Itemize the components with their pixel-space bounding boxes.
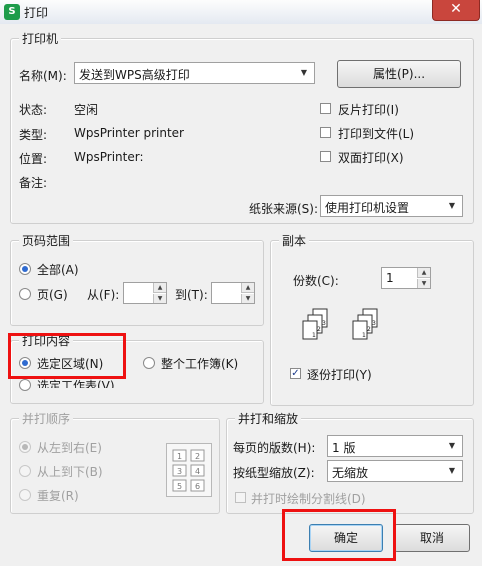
top-to-bottom-radio[interactable] (19, 465, 31, 477)
comment-label: 备注: (19, 176, 48, 190)
grid-cell-2: 2 (195, 452, 200, 461)
print-to-file-label[interactable]: 打印到文件(L) (338, 125, 414, 142)
svg-text:3: 3 (322, 320, 326, 327)
page-range-all-label[interactable]: 全部(A) (37, 261, 79, 278)
print-workbook-radio[interactable] (143, 357, 155, 369)
scaling-group-title: 并打和缩放 (235, 410, 302, 427)
spinner-down-icon[interactable]: ▼ (153, 294, 166, 303)
collate-checkbox[interactable]: ✓ (290, 368, 301, 379)
page-order-grid-icon: 1 2 3 4 5 6 (166, 443, 212, 497)
print-sheet-radio[interactable] (19, 379, 31, 391)
printer-name-label: 名称(M): (19, 69, 67, 83)
paper-source-select[interactable]: 使用打印机设置 ▼ (320, 195, 463, 217)
window-title: 打印 (24, 6, 49, 20)
to-label: 到(T): (175, 288, 208, 302)
pages-per-sheet-label: 每页的版数(H): (233, 441, 316, 455)
duplex-label[interactable]: 双面打印(X) (338, 149, 404, 166)
top-to-bottom-label[interactable]: 从上到下(B) (37, 463, 103, 480)
repeat-label[interactable]: 重复(R) (37, 487, 79, 504)
page-range-group: 页码范围 全部(A) 页(G) 从(F): ▲ ▼ 到(T): ▲ ▼ (10, 232, 264, 326)
reverse-print-checkbox[interactable] (320, 103, 331, 114)
printer-name-value: 发送到WPS高级打印 (79, 68, 190, 82)
spinner-up-icon[interactable]: ▲ (153, 283, 166, 293)
copies-group: 副本 份数(C): 1 ▲ ▼ 3 2 1 3 2 1 ✓ 逐份打印(Y) (270, 232, 474, 406)
chevron-down-icon: ▼ (448, 441, 456, 450)
grid-cell-1: 1 (177, 452, 182, 461)
wps-app-icon: S (4, 4, 20, 20)
left-to-right-label[interactable]: 从左到右(E) (37, 439, 102, 456)
copies-count-spinner[interactable]: 1 ▲ ▼ (381, 267, 431, 289)
status-label: 状态: (19, 103, 48, 117)
cancel-button[interactable]: 取消 (394, 524, 470, 552)
paper-scale-value: 无缩放 (332, 466, 369, 480)
draw-dividers-label[interactable]: 并打时绘制分割线(D) (251, 490, 366, 507)
grid-cell-4: 4 (195, 467, 200, 476)
spinner-up-icon[interactable]: ▲ (417, 268, 430, 278)
spinner-down-icon[interactable]: ▼ (417, 279, 430, 288)
reverse-print-label[interactable]: 反片打印(I) (338, 101, 399, 118)
radio-selected-dot (22, 444, 28, 450)
ok-highlight-box (282, 509, 396, 561)
radio-selected-dot (22, 266, 28, 272)
from-page-spinner[interactable]: ▲ ▼ (123, 282, 167, 304)
pages-per-sheet-select[interactable]: 1 版 ▼ (327, 435, 463, 457)
duplex-checkbox[interactable] (320, 151, 331, 162)
page-order-grid: 1 2 3 4 5 6 (172, 449, 205, 492)
spinner-down-icon[interactable]: ▼ (241, 294, 254, 303)
location-value: WpsPrinter: (74, 150, 144, 164)
title-bar: S 打印 ✕ (0, 0, 482, 25)
copies-count-label: 份数(C): (293, 274, 339, 288)
chevron-down-icon: ▼ (448, 466, 456, 475)
svg-text:2: 2 (317, 326, 321, 333)
paper-source-value: 使用打印机设置 (325, 201, 410, 215)
paper-source-label: 纸张来源(S): (249, 202, 319, 216)
svg-text:1: 1 (362, 332, 366, 339)
to-page-spinner[interactable]: ▲ ▼ (211, 282, 255, 304)
page-range-group-title: 页码范围 (19, 232, 74, 249)
printer-name-select[interactable]: 发送到WPS高级打印 ▼ (74, 62, 315, 84)
scaling-group: 并打和缩放 每页的版数(H): 1 版 ▼ 按纸型缩放(Z): 无缩放 ▼ 并打… (226, 410, 474, 514)
paper-scale-select[interactable]: 无缩放 ▼ (327, 460, 463, 482)
properties-button[interactable]: 属性(P)... (337, 60, 461, 88)
collate-label[interactable]: 逐份打印(Y) (307, 366, 372, 383)
print-to-file-checkbox[interactable] (320, 127, 331, 138)
chevron-down-icon: ▼ (300, 68, 308, 77)
page-range-all-radio[interactable] (19, 263, 31, 275)
selection-highlight-box (8, 333, 126, 379)
repeat-radio[interactable] (19, 489, 31, 501)
left-to-right-radio[interactable] (19, 441, 31, 453)
svg-text:2: 2 (367, 326, 371, 333)
print-order-group: 并打顺序 从左到右(E) 从上到下(B) 重复(R) 1 2 3 4 5 6 (10, 410, 220, 514)
print-dialog-body: 打印机 名称(M): 发送到WPS高级打印 ▼ 属性(P)... 状态: 空闲 … (0, 24, 482, 566)
status-value: 空闲 (74, 103, 99, 117)
page-range-pages-label[interactable]: 页(G) (37, 286, 68, 303)
spinner-up-icon[interactable]: ▲ (241, 283, 254, 293)
grid-cell-5: 5 (177, 482, 182, 491)
printer-group-title: 打印机 (19, 30, 62, 47)
collate-pages-icon: 3 2 1 3 2 1 (302, 308, 378, 340)
printer-group: 打印机 名称(M): 发送到WPS高级打印 ▼ 属性(P)... 状态: 空闲 … (10, 30, 474, 224)
svg-text:3: 3 (372, 320, 376, 327)
grid-cell-6: 6 (195, 482, 200, 491)
print-order-group-title: 并打顺序 (19, 410, 74, 427)
page-range-pages-radio[interactable] (19, 288, 31, 300)
print-workbook-label[interactable]: 整个工作簿(K) (161, 355, 238, 372)
from-label: 从(F): (87, 288, 120, 302)
grid-cell-3: 3 (177, 467, 182, 476)
draw-dividers-checkbox[interactable] (235, 492, 246, 503)
location-label: 位置: (19, 152, 48, 166)
svg-text:1: 1 (312, 332, 316, 339)
type-value: WpsPrinter printer (74, 126, 184, 140)
chevron-down-icon: ▼ (448, 201, 456, 210)
type-label: 类型: (19, 128, 48, 142)
copies-count-value: 1 (386, 271, 394, 285)
copies-group-title: 副本 (279, 232, 310, 249)
pages-per-sheet-value: 1 版 (332, 441, 356, 455)
close-button[interactable]: ✕ (432, 0, 480, 21)
paper-scale-label: 按纸型缩放(Z): (233, 466, 315, 480)
